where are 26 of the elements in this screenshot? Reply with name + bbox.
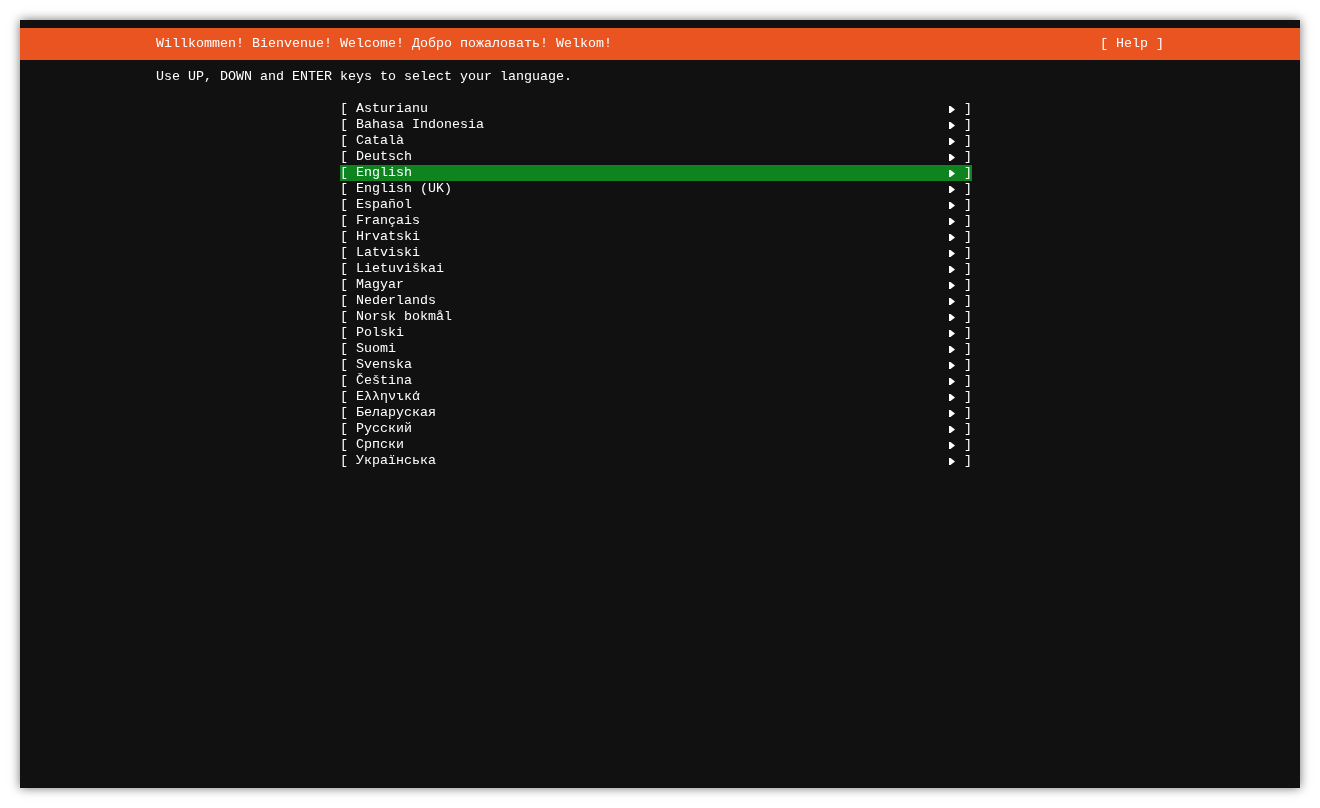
instruction-text: Use UP, DOWN and ENTER keys to select your language. (155, 69, 573, 85)
language-option[interactable]: [ English (UK) ] (340, 181, 972, 197)
language-option[interactable]: [ Nederlands ] (340, 293, 972, 309)
language-option[interactable]: [ Polski ] (340, 325, 972, 341)
language-option[interactable]: [ Čeština ] (340, 373, 972, 389)
language-option[interactable]: [ Català ] (340, 133, 972, 149)
language-option[interactable]: [ Hrvatski ] (340, 229, 972, 245)
language-option[interactable]: [ Беларуская ] (340, 405, 972, 421)
language-option[interactable]: [ Bahasa Indonesia ] (340, 117, 972, 133)
language-option[interactable]: [ Lietuviškai ] (340, 261, 972, 277)
language-option[interactable]: [ Español ] (340, 197, 972, 213)
language-option[interactable]: [ English ] (340, 165, 972, 181)
language-option[interactable]: [ Русский ] (340, 421, 972, 437)
language-option[interactable]: [ Deutsch ] (340, 149, 972, 165)
help-button[interactable]: [ Help ] (1100, 36, 1164, 52)
language-option[interactable]: [ Français ] (340, 213, 972, 229)
language-option[interactable]: [ Ελληνικά ] (340, 389, 972, 405)
welcome-title: Willkommen! Bienvenue! Welcome! Добро пожаловать! Welkom! (156, 36, 612, 52)
language-option[interactable]: [ Suomi ] (340, 341, 972, 357)
language-option[interactable]: [ Українська ] (340, 453, 972, 469)
language-option[interactable]: [ Српски ] (340, 437, 972, 453)
language-option[interactable]: [ Norsk bokmål ] (340, 309, 972, 325)
language-option[interactable]: [ Latviski ] (340, 245, 972, 261)
language-option[interactable]: [ Magyar ] (340, 277, 972, 293)
language-option[interactable]: [ Asturianu ] (340, 101, 972, 117)
language-option[interactable]: [ Svenska ] (340, 357, 972, 373)
